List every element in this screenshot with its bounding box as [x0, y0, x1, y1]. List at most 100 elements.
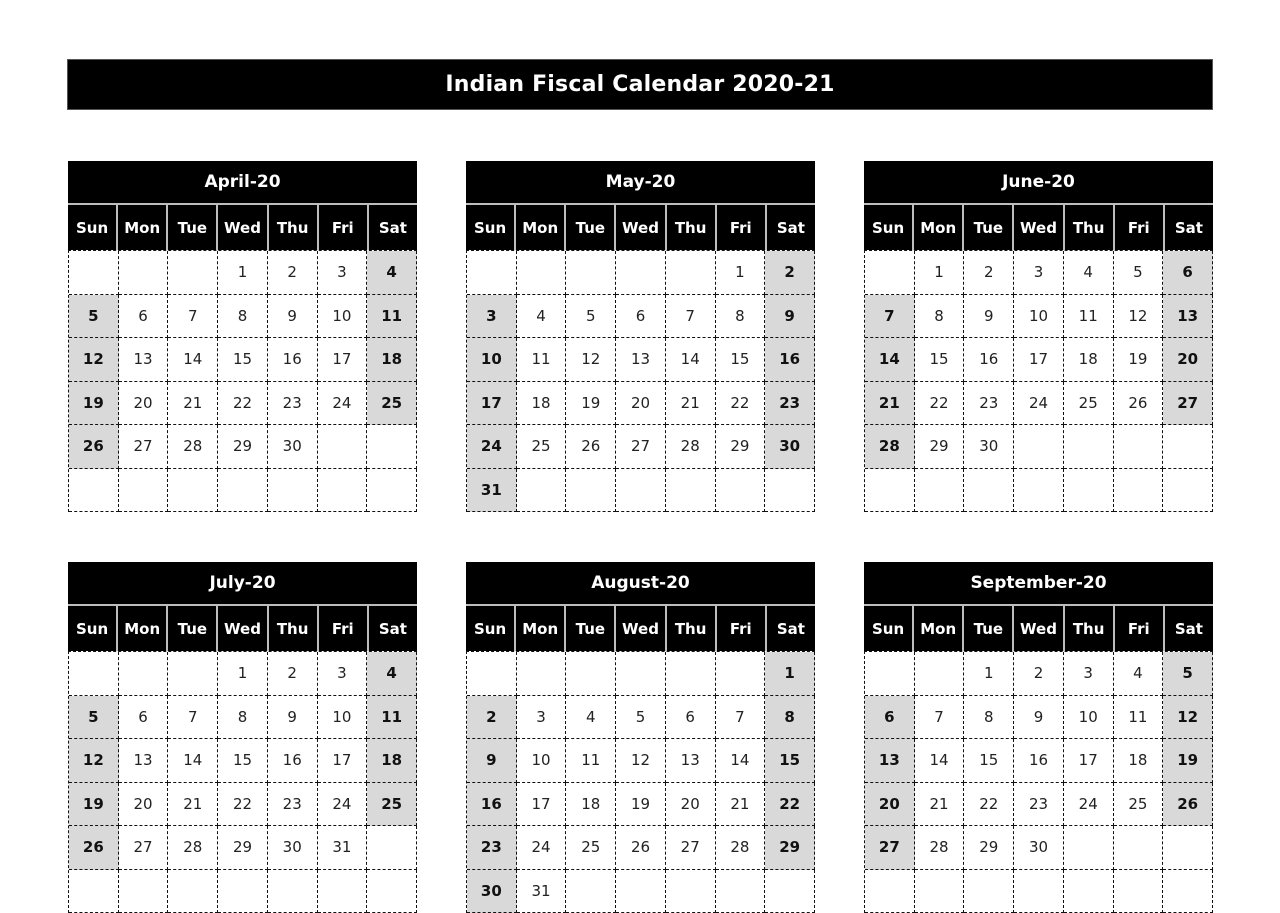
day-cell: 23 — [268, 783, 318, 827]
day-cell: 8 — [716, 295, 766, 339]
empty-cell — [218, 469, 268, 513]
day-cell: 27 — [666, 826, 716, 870]
day-cell: 18 — [367, 739, 417, 783]
empty-cell — [517, 251, 567, 295]
weekday-label-thu: Thu — [269, 606, 319, 651]
day-cell: 13 — [1163, 295, 1213, 339]
empty-cell — [616, 251, 666, 295]
weekday-label-mon: Mon — [118, 606, 168, 651]
day-cell: 16 — [964, 338, 1014, 382]
day-cell: 3 — [318, 251, 368, 295]
day-cell: 8 — [915, 295, 965, 339]
empty-cell — [566, 469, 616, 513]
empty-cell — [964, 870, 1014, 913]
day-cell: 8 — [964, 696, 1014, 740]
day-cell: 2 — [268, 251, 318, 295]
day-cell: 13 — [616, 338, 666, 382]
weekday-header-row: SunMonTueWedThuFriSat — [864, 606, 1213, 651]
day-grid: 1234567891011121314151617181920212223242… — [466, 651, 815, 913]
day-cell: 6 — [119, 696, 169, 740]
day-cell: 22 — [765, 783, 815, 827]
empty-cell — [566, 652, 616, 696]
weekday-label-sat: Sat — [767, 205, 815, 250]
day-cell: 2 — [467, 696, 517, 740]
day-cell: 4 — [517, 295, 567, 339]
day-cell: 19 — [1163, 739, 1213, 783]
day-cell: 10 — [467, 338, 517, 382]
day-cell: 7 — [666, 295, 716, 339]
day-cell: 1 — [765, 652, 815, 696]
weekday-label-thu: Thu — [667, 606, 717, 651]
day-cell: 28 — [915, 826, 965, 870]
empty-cell — [716, 652, 766, 696]
day-cell: 10 — [318, 295, 368, 339]
day-grid: 1234567891011121314151617181920212223242… — [68, 250, 417, 512]
day-cell: 20 — [1163, 338, 1213, 382]
day-cell: 24 — [1064, 783, 1114, 827]
day-cell: 9 — [268, 696, 318, 740]
empty-cell — [218, 870, 268, 913]
day-cell: 5 — [1114, 251, 1164, 295]
day-cell: 4 — [1064, 251, 1114, 295]
empty-cell — [168, 870, 218, 913]
day-cell: 31 — [318, 826, 368, 870]
day-cell: 12 — [566, 338, 616, 382]
weekday-label-wed: Wed — [218, 606, 268, 651]
day-cell: 4 — [367, 251, 417, 295]
day-cell: 18 — [367, 338, 417, 382]
empty-cell — [268, 870, 318, 913]
day-cell: 4 — [367, 652, 417, 696]
day-cell: 26 — [69, 826, 119, 870]
empty-cell — [318, 469, 368, 513]
weekday-label-tue: Tue — [168, 205, 218, 250]
day-cell: 25 — [367, 783, 417, 827]
day-cell: 27 — [119, 826, 169, 870]
day-cell: 17 — [1064, 739, 1114, 783]
day-cell: 18 — [517, 382, 567, 426]
day-cell: 16 — [268, 739, 318, 783]
weekday-label-thu: Thu — [667, 205, 717, 250]
day-cell: 16 — [467, 783, 517, 827]
day-cell: 12 — [1163, 696, 1213, 740]
weekday-label-thu: Thu — [1065, 205, 1115, 250]
weekday-label-thu: Thu — [1065, 606, 1115, 651]
month-block: April-20SunMonTueWedThuFriSat12345678910… — [68, 161, 417, 512]
weekday-label-tue: Tue — [566, 606, 616, 651]
day-cell: 2 — [268, 652, 318, 696]
day-cell: 3 — [1064, 652, 1114, 696]
weekday-label-sun: Sun — [864, 205, 914, 250]
day-cell: 29 — [964, 826, 1014, 870]
day-cell: 29 — [915, 425, 965, 469]
empty-cell — [1163, 870, 1213, 913]
month-block: June-20SunMonTueWedThuFriSat123456789101… — [864, 161, 1213, 512]
day-cell: 16 — [268, 338, 318, 382]
month-block: May-20SunMonTueWedThuFriSat1234567891011… — [466, 161, 815, 512]
day-cell: 8 — [218, 295, 268, 339]
empty-cell — [865, 652, 915, 696]
empty-cell — [69, 469, 119, 513]
day-cell: 1 — [218, 251, 268, 295]
empty-cell — [765, 469, 815, 513]
weekday-label-sat: Sat — [369, 205, 417, 250]
weekday-label-wed: Wed — [1014, 205, 1064, 250]
empty-cell — [1114, 469, 1164, 513]
day-cell: 27 — [119, 425, 169, 469]
weekday-label-sun: Sun — [68, 606, 118, 651]
day-cell: 21 — [666, 382, 716, 426]
day-cell: 15 — [765, 739, 815, 783]
day-cell: 17 — [1014, 338, 1064, 382]
day-cell: 5 — [69, 696, 119, 740]
empty-cell — [69, 870, 119, 913]
empty-cell — [367, 870, 417, 913]
day-cell: 15 — [218, 739, 268, 783]
day-cell: 22 — [964, 783, 1014, 827]
empty-cell — [517, 469, 567, 513]
day-cell: 10 — [517, 739, 567, 783]
weekday-header-row: SunMonTueWedThuFriSat — [864, 205, 1213, 250]
empty-cell — [268, 469, 318, 513]
day-cell: 11 — [1114, 696, 1164, 740]
day-cell: 7 — [915, 696, 965, 740]
day-cell: 12 — [1114, 295, 1164, 339]
day-cell: 28 — [666, 425, 716, 469]
day-cell: 28 — [168, 425, 218, 469]
